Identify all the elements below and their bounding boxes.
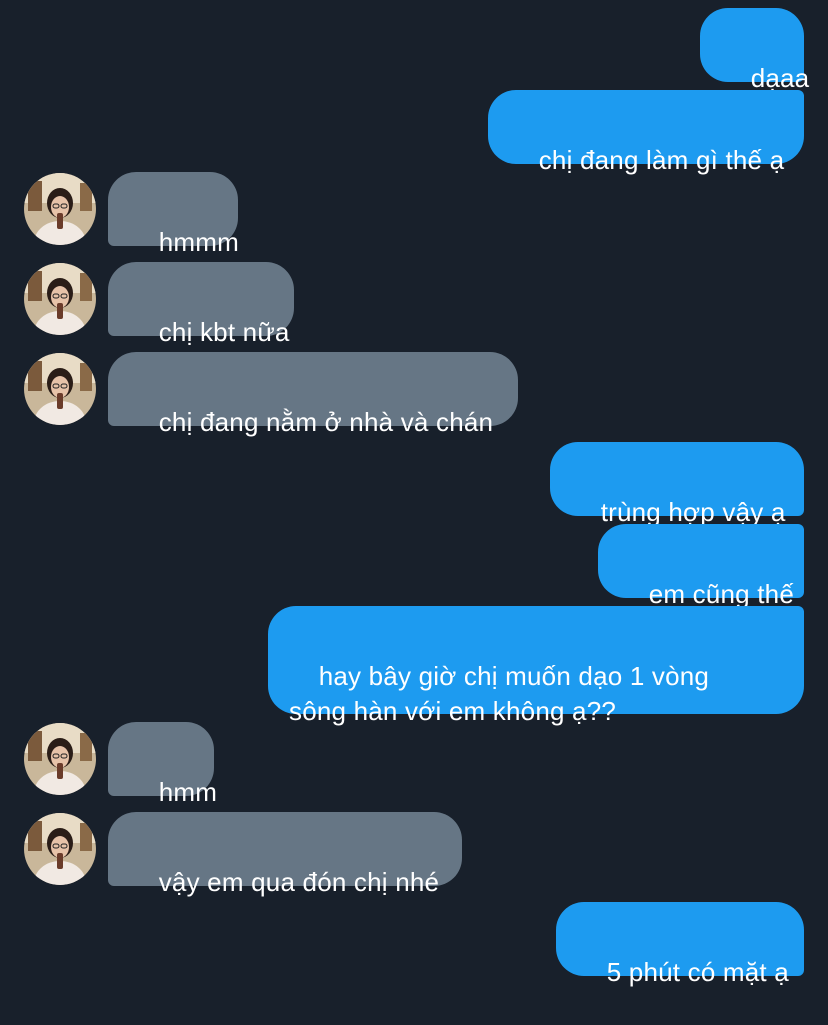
message-text: hmmm bbox=[158, 227, 239, 257]
profile-photo-icon bbox=[24, 813, 96, 885]
sent-message-bubble[interactable]: 5 phút có mặt ạ bbox=[556, 902, 804, 987]
avatar[interactable] bbox=[24, 813, 96, 885]
message-text: hay bây giờ chị muốn dạo 1 vòng sông hàn… bbox=[289, 661, 710, 726]
message-text: vậy em qua đón chị nhé bbox=[158, 867, 440, 897]
avatar[interactable] bbox=[24, 353, 96, 425]
received-message-bubble[interactable]: chị đang nằm ở nhà và chán bbox=[108, 352, 518, 437]
sent-message-bubble[interactable]: dạaa bbox=[700, 8, 809, 93]
profile-photo-icon bbox=[24, 173, 96, 245]
sent-message-bubble[interactable]: hay bây giờ chị muốn dạo 1 vòng sông hàn… bbox=[268, 606, 804, 726]
avatar[interactable] bbox=[24, 263, 96, 335]
avatar[interactable] bbox=[24, 723, 96, 795]
avatar[interactable] bbox=[24, 173, 96, 245]
sent-message-bubble[interactable]: trùng hợp vậy ạ bbox=[550, 442, 804, 527]
profile-photo-icon bbox=[24, 263, 96, 335]
sent-message-bubble[interactable]: em cũng thế bbox=[598, 524, 804, 609]
message-text: chị đang làm gì thế ạ bbox=[538, 145, 785, 175]
received-message-bubble[interactable]: hmm bbox=[108, 722, 217, 807]
chat-thread: dạaa chị đang làm gì thế ạ hmmm chị kbt … bbox=[0, 0, 828, 987]
message-text: dạaa bbox=[750, 63, 810, 93]
profile-photo-icon bbox=[24, 723, 96, 795]
received-message-bubble[interactable]: chị kbt nữa bbox=[108, 262, 294, 347]
message-text: chị kbt nữa bbox=[158, 317, 290, 347]
received-message-bubble[interactable]: hmmm bbox=[108, 172, 239, 257]
message-text: trùng hợp vậy ạ bbox=[600, 497, 786, 527]
message-text: em cũng thế bbox=[648, 579, 794, 609]
received-message-bubble[interactable]: vậy em qua đón chị nhé bbox=[108, 812, 462, 897]
sent-message-bubble[interactable]: chị đang làm gì thế ạ bbox=[488, 90, 804, 175]
profile-photo-icon bbox=[24, 353, 96, 425]
message-text: 5 phút có mặt ạ bbox=[606, 957, 789, 987]
message-text: hmm bbox=[158, 777, 218, 807]
message-text: chị đang nằm ở nhà và chán bbox=[158, 407, 494, 437]
